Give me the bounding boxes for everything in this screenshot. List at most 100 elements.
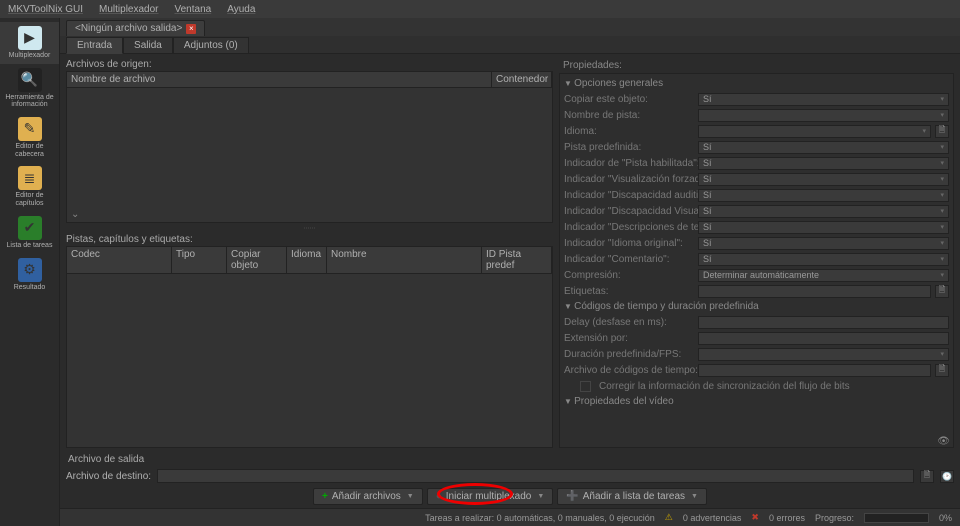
prop-input[interactable]: Sí▾ (698, 157, 949, 170)
error-icon[interactable]: ✖ (751, 512, 759, 523)
prop-input[interactable]: ▾ (698, 125, 931, 138)
prop-label: Extensión por: (564, 333, 694, 344)
section-timing[interactable]: Códigos de tiempo y duración predefinida (564, 299, 949, 314)
prop-input[interactable]: Sí▾ (698, 141, 949, 154)
fix-timing-checkbox[interactable] (580, 381, 591, 392)
close-icon[interactable]: × (186, 24, 196, 34)
menu-window[interactable]: Ventana (175, 4, 212, 15)
section-video[interactable]: Propiedades del vídeo (564, 394, 949, 409)
prop-input[interactable] (698, 332, 949, 345)
status-warnings[interactable]: 0 advertencias (683, 513, 742, 523)
tab-entrada[interactable]: Entrada (66, 37, 123, 54)
chevron-down-icon[interactable]: ▼ (691, 493, 698, 500)
prop-input[interactable]: Sí▾ (698, 173, 949, 186)
start-mux-button[interactable]: ● Iniciar multiplexado ▼ (427, 488, 554, 505)
prop-input[interactable]: Sí▾ (698, 93, 949, 106)
sidebar-item-0[interactable]: ▶Multiplexador (0, 22, 59, 64)
progress-label: Progreso: (815, 513, 854, 523)
prop-input[interactable] (698, 285, 931, 298)
prop-input[interactable] (698, 364, 931, 377)
add-queue-label: Añadir a lista de tareas (583, 491, 685, 502)
prop-input[interactable]: Sí▾ (698, 237, 949, 250)
prop-input[interactable]: ▾ (698, 109, 949, 122)
prop-input[interactable] (698, 316, 949, 329)
prop-label: Idioma: (564, 126, 694, 137)
chevron-down-icon: ▾ (940, 191, 944, 199)
chevron-down-icon: ▾ (940, 175, 944, 183)
menu-multiplexor[interactable]: Multiplexador (99, 4, 158, 15)
sidebar-item-4[interactable]: ✔Lista de tareas (0, 212, 59, 254)
prop-input[interactable]: Determinar automáticamente▾ (698, 269, 949, 282)
prop-row: Extensión por: (564, 330, 949, 346)
prop-input[interactable]: Sí▾ (698, 221, 949, 234)
browse-icon[interactable]: 🗎 (935, 125, 949, 138)
file-tab[interactable]: <Ningún archivo salida> × (66, 20, 205, 36)
chevron-down-icon: ▾ (922, 127, 926, 135)
sidebar-item-2[interactable]: ✎Editor de cabecera (0, 113, 59, 162)
add-files-label: Añadir archivos (332, 491, 401, 502)
prop-label: Nombre de pista: (564, 110, 694, 121)
splitter[interactable]: ⋯⋯ (66, 225, 553, 231)
prop-input[interactable]: Sí▾ (698, 205, 949, 218)
col-copy[interactable]: Copiar objeto (227, 247, 287, 273)
menu-help[interactable]: Ayuda (227, 4, 255, 15)
prop-input[interactable]: Sí▾ (698, 253, 949, 266)
prop-input[interactable]: ▾ (698, 348, 949, 361)
prop-row: Indicador "Discapacidad auditiva":Sí▾ (564, 187, 949, 203)
col-container[interactable]: Contenedor (492, 72, 552, 87)
prop-row: Indicador "Discapacidad Visual":Sí▾ (564, 203, 949, 219)
sidebar-icon: 🔍 (18, 68, 42, 92)
status-errors[interactable]: 0 errores (769, 513, 805, 523)
browse-icon[interactable]: 🗎 (935, 285, 949, 298)
col-name[interactable]: Nombre (327, 247, 482, 273)
plus-icon: + (322, 491, 328, 502)
chevron-down-icon: ▾ (940, 143, 944, 151)
prop-label: Pista predefinida: (564, 142, 694, 153)
warning-icon[interactable]: ⚠ (665, 512, 673, 523)
prop-label: Indicador "Visualización forzada": (564, 174, 694, 185)
section-general[interactable]: Opciones generales (564, 76, 949, 91)
tab-adjuntos[interactable]: Adjuntos (0) (173, 37, 249, 53)
col-codec[interactable]: Codec (67, 247, 172, 273)
file-tab-label: <Ningún archivo salida> (75, 23, 182, 34)
app-title: MKVToolNix GUI (8, 4, 83, 15)
col-lang[interactable]: Idioma (287, 247, 327, 273)
sources-list[interactable]: Nombre de archivo Contenedor ⌄ (66, 71, 553, 223)
prop-row: Indicador de "Pista habilitada":Sí▾ (564, 155, 949, 171)
sidebar-item-3[interactable]: ≣Editor de capítulos (0, 162, 59, 211)
progress-bar (864, 513, 929, 523)
prop-label: Compresión: (564, 270, 694, 281)
status-jobs: Tareas a realizar: 0 automáticas, 0 manu… (425, 513, 655, 523)
browse-icon[interactable]: 🗎 (935, 364, 949, 377)
prop-label: Delay (desfase en ms): (564, 317, 694, 328)
tab-salida[interactable]: Salida (123, 37, 173, 53)
col-trackid[interactable]: ID Pista predef (482, 247, 552, 273)
sidebar-icon: ⚙ (18, 258, 42, 282)
chevron-down-icon[interactable]: ▼ (537, 493, 544, 500)
output-section-label: Archivo de salida (60, 452, 960, 467)
timing-checkbox-row: Corregir la información de sincronizació… (564, 378, 949, 394)
sources-label: Archivos de origen: (66, 58, 553, 71)
chevron-down-icon[interactable]: ▼ (407, 493, 414, 500)
prop-input[interactable]: Sí▾ (698, 189, 949, 202)
add-queue-button[interactable]: ➕ Añadir a lista de tareas ▼ (557, 488, 707, 505)
output-dest-field[interactable] (157, 469, 914, 483)
start-mux-label: Iniciar multiplexado (446, 491, 532, 502)
sidebar-item-5[interactable]: ⚙ Resultado (0, 254, 59, 296)
browse-output-icon[interactable]: 🗎 (920, 470, 934, 483)
menubar: MKVToolNix GUI Multiplexador Ventana Ayu… (0, 0, 960, 18)
col-type[interactable]: Tipo (172, 247, 227, 273)
prop-row: Idioma: ▾ 🗎 (564, 123, 949, 139)
chevron-down-icon: ▾ (940, 271, 944, 279)
sidebar-item-label: Resultado (14, 284, 46, 292)
recent-output-icon[interactable]: 🕑 (940, 470, 954, 483)
sidebar-item-1[interactable]: 🔍Herramienta de información (0, 64, 59, 113)
col-filename[interactable]: Nombre de archivo (67, 72, 492, 87)
eye-icon[interactable]: 👁 (937, 436, 950, 447)
prop-row: Compresión: Determinar automáticamente▾ (564, 267, 949, 283)
prop-label: Etiquetas: (564, 286, 694, 297)
tracks-list[interactable]: Codec Tipo Copiar objeto Idioma Nombre I… (66, 246, 553, 448)
record-icon: ● (436, 491, 442, 502)
add-files-button[interactable]: + Añadir archivos ▼ (313, 488, 423, 505)
chevron-down-icon[interactable]: ⌄ (71, 209, 79, 220)
